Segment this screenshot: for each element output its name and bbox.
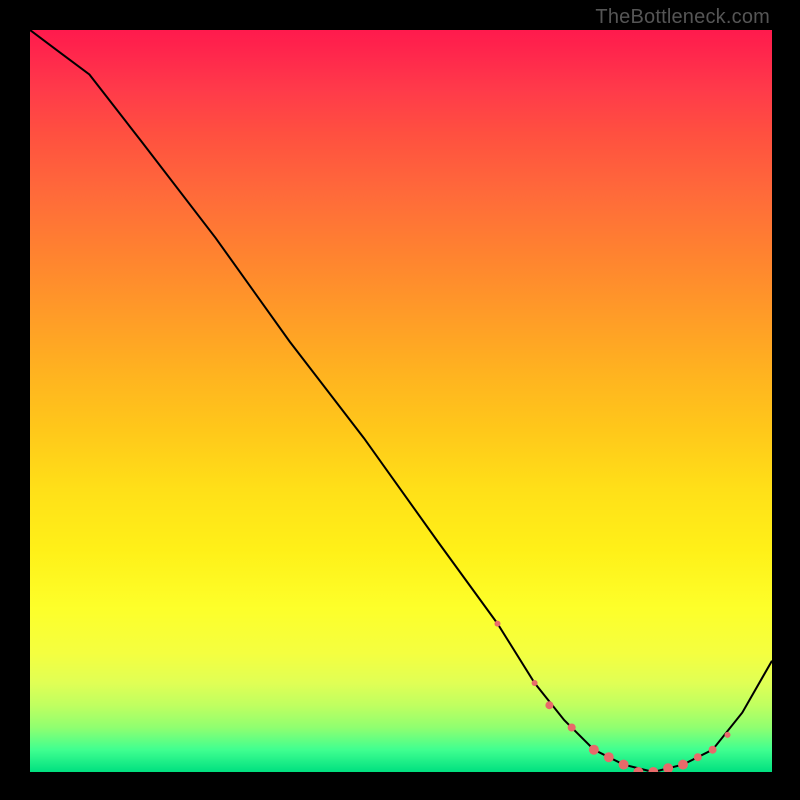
marker-point: [568, 724, 576, 732]
marker-point: [678, 760, 688, 770]
marker-point: [648, 767, 658, 772]
marker-point: [589, 745, 599, 755]
curve-svg: [30, 30, 772, 772]
marker-point: [532, 680, 538, 686]
marker-point: [694, 753, 702, 761]
plot-area: [30, 30, 772, 772]
marker-point: [619, 760, 629, 770]
marker-point: [495, 621, 501, 627]
marker-point: [709, 746, 717, 754]
chart-container: TheBottleneck.com: [0, 0, 800, 800]
marker-group: [495, 621, 731, 772]
marker-point: [725, 732, 731, 738]
bottleneck-curve: [30, 30, 772, 772]
watermark-label: TheBottleneck.com: [595, 6, 770, 29]
marker-point: [545, 701, 553, 709]
marker-point: [604, 752, 614, 762]
marker-point: [663, 763, 673, 772]
